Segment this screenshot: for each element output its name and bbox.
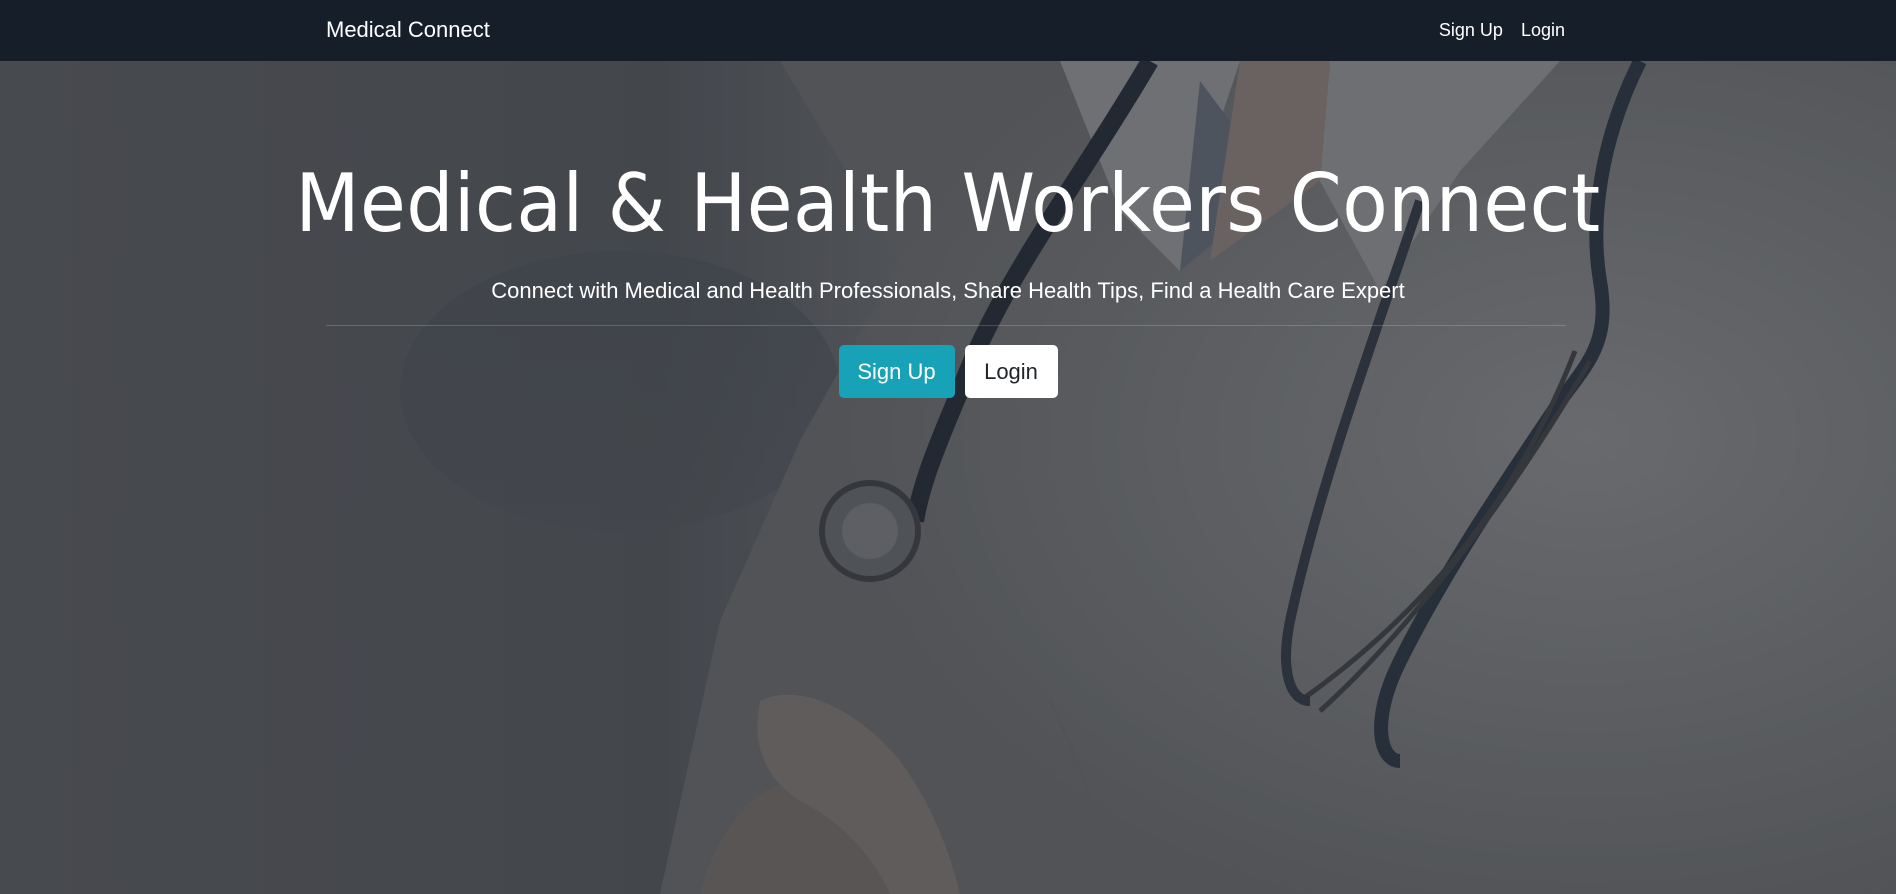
brand-link[interactable]: Medical Connect	[326, 16, 490, 44]
nav-links: Sign Up Login	[1439, 18, 1565, 42]
hero-subtitle: Connect with Medical and Health Professi…	[491, 278, 1405, 303]
hero-section: Medical & Health Workers Connect Connect…	[0, 61, 1896, 894]
hero-title: Medical & Health Workers Connect	[295, 157, 1601, 250]
navbar: Medical Connect Sign Up Login	[0, 0, 1896, 61]
signup-button[interactable]: Sign Up	[838, 345, 955, 398]
landing-page: Medical Connect Sign Up Login Medical & …	[0, 0, 1896, 894]
nav-login-link[interactable]: Login	[1521, 18, 1565, 42]
hero-divider	[326, 325, 1566, 326]
login-button[interactable]: Login	[964, 345, 1058, 398]
nav-signup-link[interactable]: Sign Up	[1439, 18, 1503, 42]
hero-buttons: Sign Up Login	[0, 345, 1896, 398]
